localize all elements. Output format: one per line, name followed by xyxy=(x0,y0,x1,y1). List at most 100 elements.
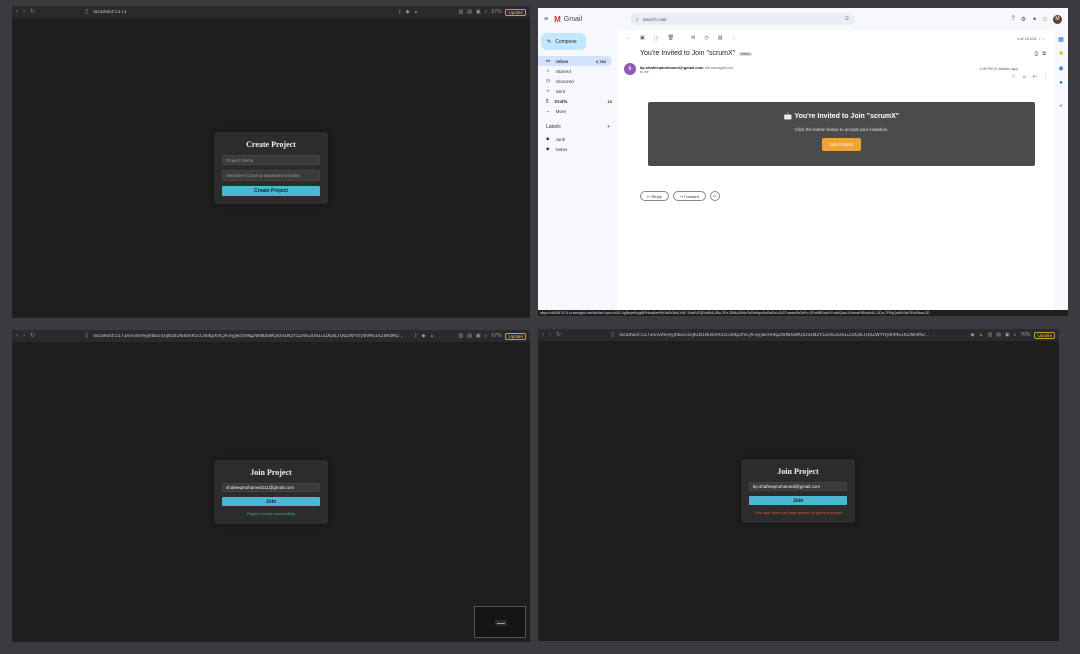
share-icon[interactable]: ⇪ xyxy=(413,333,417,340)
sidebar-icon[interactable]: ▥ xyxy=(987,332,992,339)
sidebar-item-label: Sent xyxy=(555,88,566,94)
screenshot-thumbnail[interactable] xyxy=(474,606,526,638)
star-icon[interactable]: ☆ xyxy=(1011,74,1015,80)
sidebar-item-drafts[interactable]: ▯ Drafts 15 xyxy=(538,96,618,106)
email-field[interactable]: kp.shafeeqmohamed@gmail.com xyxy=(749,482,847,492)
help-icon[interactable]: ? xyxy=(1011,16,1014,22)
address-bar[interactable]: localhost:5173 xyxy=(93,10,392,15)
triangle-icon[interactable]: ▲ xyxy=(430,333,435,340)
search-icon[interactable]: ⌕ xyxy=(1014,332,1017,339)
triangle-icon[interactable]: ▲ xyxy=(979,332,984,339)
invite-box: 📩 You're Invited to Join "scrumX" Click … xyxy=(648,102,1035,166)
forward-icon[interactable]: › xyxy=(23,9,25,15)
search-box[interactable]: ⌕ Search mail ☰ xyxy=(630,13,856,25)
update-button[interactable]: Update xyxy=(1034,331,1055,339)
sidebar-label-notes[interactable]: ◆ Notes xyxy=(538,144,618,154)
browser-window-join-success: ‹ › ↻ ▯ localhost:5173/invite/eyJhbGciOi… xyxy=(12,330,530,642)
menu-icon[interactable]: ≡ xyxy=(544,16,548,23)
shield-icon[interactable]: ◆ xyxy=(971,332,975,339)
shield-icon[interactable]: ◆ xyxy=(422,333,426,340)
zoom-indicator[interactable]: 67% xyxy=(491,9,501,16)
members-input[interactable]: Members (comma-separated emails) xyxy=(222,170,320,181)
join-button[interactable]: Join xyxy=(222,497,320,506)
bookmark-icon[interactable]: ▯ xyxy=(85,333,88,339)
snooze-icon[interactable]: ◷ xyxy=(704,35,708,41)
sidebar-item-snoozed[interactable]: ◷ Snoozed xyxy=(538,76,618,86)
more-vert-icon[interactable]: ⋮ xyxy=(731,35,736,41)
apps-icon[interactable]: ⁝⁝ xyxy=(1043,16,1047,23)
address-bar[interactable]: localhost:5173/invite/eyJhbGciOiJIUzI1Ni… xyxy=(619,333,965,338)
screenshot-icon[interactable]: ▣ xyxy=(1005,332,1010,339)
next-icon[interactable]: › xyxy=(1043,36,1044,41)
sidebar-item-more[interactable]: ⌄ More xyxy=(538,106,618,116)
bookmark-icon[interactable]: ▯ xyxy=(611,332,614,338)
mark-unread-icon[interactable]: ✉ xyxy=(691,35,695,41)
account-avatar[interactable]: M xyxy=(1053,14,1062,24)
emoji-icon[interactable]: ☺ xyxy=(1022,74,1027,80)
back-arrow-icon[interactable]: ← xyxy=(626,35,631,41)
tab-icon[interactable]: ▤ xyxy=(467,9,472,16)
tasks-icon[interactable]: ◉ xyxy=(1058,65,1063,72)
back-icon[interactable]: ‹ xyxy=(16,333,18,339)
emoji-react-button[interactable]: ☺ xyxy=(709,191,720,201)
reload-icon[interactable]: ↻ xyxy=(556,332,561,338)
reload-icon[interactable]: ↻ xyxy=(30,9,35,15)
forward-button[interactable]: ↪ Forward xyxy=(672,191,706,201)
add-label-icon[interactable]: + xyxy=(607,124,610,130)
gmail-logo[interactable]: M Gmail xyxy=(554,15,624,24)
sender-avatar[interactable]: k xyxy=(624,63,636,75)
sidebar-item-inbox[interactable]: ▭ Inbox 6,783 xyxy=(538,56,612,66)
address-bar[interactable]: localhost:5173/invite/eyJhbGciOiJIUzI1Ni… xyxy=(93,334,408,339)
recipient-line[interactable]: to me xyxy=(640,70,733,74)
reply-button[interactable]: ↩ Reply xyxy=(640,191,669,201)
keep-icon[interactable]: ■ xyxy=(1059,51,1063,57)
add-addon-icon[interactable]: + xyxy=(1059,104,1063,110)
project-name-input[interactable]: Project Name xyxy=(222,155,320,166)
forward-icon[interactable]: › xyxy=(549,332,551,338)
shield-icon[interactable]: ◆ xyxy=(406,9,410,16)
zoom-indicator[interactable]: 70% xyxy=(1020,332,1030,339)
triangle-icon[interactable]: ▲ xyxy=(414,9,419,16)
email-field[interactable]: shafeeqmohamed111@gmail.com xyxy=(222,483,320,493)
compose-button[interactable]: ✎ Compose xyxy=(541,33,586,50)
sidebar-item-sent[interactable]: ➢ Sent xyxy=(538,86,618,96)
open-new-window-icon[interactable]: ⧉ xyxy=(1042,51,1052,57)
sidebar-icon[interactable]: ▥ xyxy=(458,9,463,16)
reply-icon[interactable]: ↩ xyxy=(1033,74,1037,80)
search-input[interactable]: Search mail xyxy=(643,17,667,22)
move-icon[interactable]: ▤ xyxy=(718,35,723,41)
gemini-icon[interactable]: ✦ xyxy=(1032,16,1037,23)
calendar-icon[interactable]: ▦ xyxy=(1058,36,1064,43)
update-button[interactable]: Update xyxy=(505,8,526,16)
create-project-button[interactable]: Create Project xyxy=(222,185,320,196)
zoom-indicator[interactable]: 67% xyxy=(491,333,501,340)
join-button[interactable]: Join xyxy=(749,496,847,505)
back-icon[interactable]: ‹ xyxy=(542,332,544,338)
sidebar-item-starred[interactable]: ☆ Starred xyxy=(538,66,618,76)
sidebar-icon[interactable]: ▥ xyxy=(458,333,463,340)
delete-icon[interactable]: 🗑 xyxy=(668,35,674,41)
contacts-icon[interactable]: ● xyxy=(1059,80,1063,86)
prev-icon[interactable]: ‹ xyxy=(1039,36,1040,41)
tab-icon[interactable]: ▤ xyxy=(996,332,1001,339)
archive-icon[interactable]: ▣ xyxy=(640,35,645,41)
share-icon[interactable]: ⇪ xyxy=(397,9,401,16)
tab-icon[interactable]: ▤ xyxy=(467,333,472,340)
settings-icon[interactable]: ⚙ xyxy=(1021,16,1026,23)
join-project-link-button[interactable]: Join Project xyxy=(821,138,862,151)
screenshot-icon[interactable]: ▣ xyxy=(476,333,481,340)
inbox-chip[interactable]: Inbox xyxy=(739,51,752,56)
sidebar-label-junk[interactable]: ◆ Junk xyxy=(538,134,618,144)
more-vert-icon[interactable]: ⋮ xyxy=(1043,74,1048,80)
print-icon[interactable]: ⎙ xyxy=(1034,51,1038,57)
bookmark-icon[interactable]: ▯ xyxy=(85,9,88,15)
screenshot-icon[interactable]: ▣ xyxy=(476,9,481,16)
search-icon[interactable]: ⌕ xyxy=(485,9,488,16)
reload-icon[interactable]: ↻ xyxy=(30,333,35,339)
report-icon[interactable]: ⓘ xyxy=(654,35,659,42)
search-icon[interactable]: ⌕ xyxy=(485,333,488,340)
filter-icon[interactable]: ☰ xyxy=(845,16,849,22)
back-icon[interactable]: ‹ xyxy=(16,9,18,15)
update-button[interactable]: Update xyxy=(505,332,526,340)
forward-icon[interactable]: › xyxy=(23,333,25,339)
